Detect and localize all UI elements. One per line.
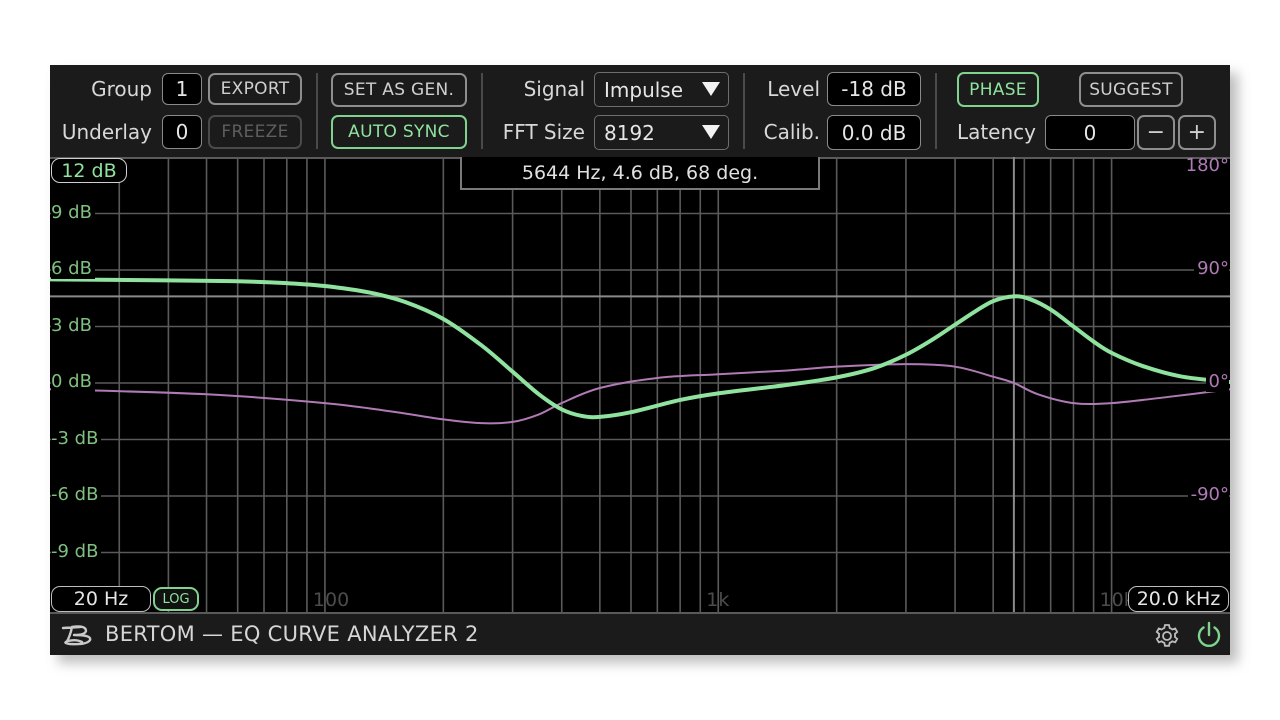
freeze-button[interactable]: FREEZE: [208, 115, 302, 149]
separator: [481, 73, 483, 149]
calib-label: Calib.: [763, 120, 820, 144]
app-title: BERTOM — EQ CURVE ANALYZER 2: [105, 622, 479, 646]
phase-tick-label: 0°: [1205, 371, 1229, 392]
fft-size-label: FFT Size: [502, 120, 585, 144]
calib-field[interactable]: 0.0 dB: [827, 115, 921, 150]
magnitude-curve: [50, 277, 1230, 420]
auto-sync-button[interactable]: AUTO SYNC: [331, 115, 467, 149]
level-label: Level: [767, 77, 820, 101]
x-tick-label: 1k: [706, 589, 730, 611]
range-top-button[interactable]: 12 dB: [51, 158, 127, 183]
suggest-button[interactable]: SUGGEST: [1079, 72, 1183, 107]
fft-size-select[interactable]: 8192: [594, 115, 729, 150]
y-tick-label: -6 dB: [51, 484, 102, 505]
y-tick-label: -3 dB: [51, 427, 102, 449]
set-as-gen-button[interactable]: SET AS GEN.: [331, 73, 467, 107]
phase-button[interactable]: PHASE: [957, 72, 1039, 107]
export-button[interactable]: EXPORT: [208, 73, 302, 105]
signal-value: Impulse: [604, 77, 684, 102]
group-field[interactable]: 1: [162, 73, 202, 105]
latency-increment-button[interactable]: +: [1178, 115, 1216, 150]
y-tick-label: 9 dB: [51, 201, 95, 223]
plugin-window: Group 1 EXPORT Underlay 0 FREEZE SET AS …: [50, 65, 1230, 655]
freq-min-field[interactable]: 20 Hz: [51, 586, 151, 612]
eq-plot[interactable]: [50, 157, 1230, 612]
phase-tick-label: 180°: [1185, 157, 1229, 176]
latency-label: Latency: [956, 120, 1036, 144]
footer-bar: BERTOM — EQ CURVE ANALYZER 2: [50, 612, 1230, 655]
y-tick-label: 0 dB: [51, 371, 95, 392]
toolbar: Group 1 EXPORT Underlay 0 FREEZE SET AS …: [50, 65, 1230, 157]
cursor-readout: 5644 Hz, 4.6 dB, 68 deg.: [460, 157, 820, 190]
y-tick-label: -9 dB: [51, 540, 102, 562]
latency-decrement-button[interactable]: −: [1137, 115, 1175, 150]
level-field[interactable]: -18 dB: [827, 72, 921, 106]
phase-tick-label: 90°: [1194, 258, 1229, 279]
fft-size-value: 8192: [604, 120, 655, 145]
signal-select[interactable]: Impulse: [594, 72, 729, 107]
group-label: Group: [91, 77, 152, 101]
underlay-field[interactable]: 0: [162, 115, 202, 149]
x-tick-label: 100: [312, 589, 350, 611]
power-icon[interactable]: [1195, 620, 1223, 650]
y-tick-label: 3 dB: [51, 314, 95, 336]
underlay-label: Underlay: [61, 120, 152, 144]
freq-max-field[interactable]: 20.0 kHz: [1128, 586, 1229, 612]
signal-label: Signal: [523, 77, 585, 101]
dropdown-arrow-icon: [702, 82, 720, 96]
log-toggle[interactable]: LOG: [153, 587, 199, 611]
dropdown-arrow-icon: [702, 125, 720, 139]
separator: [316, 73, 318, 149]
settings-gear-icon[interactable]: [1154, 623, 1180, 649]
phase-curve: [50, 363, 1230, 425]
bertom-logo-icon: [61, 625, 92, 646]
y-tick-label: 6 dB: [51, 258, 95, 279]
latency-field[interactable]: 0: [1045, 115, 1135, 150]
phase-tick-label: -90°: [1187, 484, 1229, 505]
separator: [935, 73, 937, 149]
eq-graph[interactable]: 9 dB 6 dB 3 dB 0 dB -3 dB -6 dB -9 dB 180° 90° 0…: [50, 157, 1230, 612]
separator: [743, 73, 745, 149]
